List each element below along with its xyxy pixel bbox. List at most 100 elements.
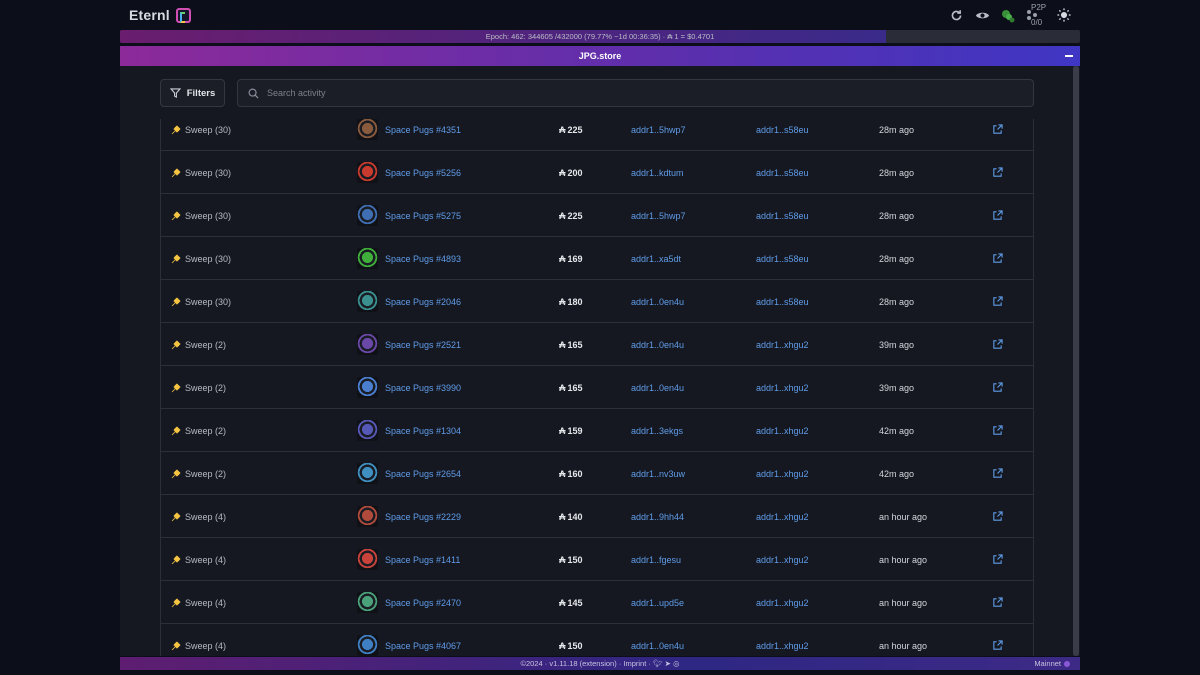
from-address-link[interactable]: addr1..nv3uw xyxy=(631,469,685,479)
discord-icon[interactable]: ◎ xyxy=(673,659,680,668)
nft-name-link[interactable]: Space Pugs #4893 xyxy=(385,254,461,264)
external-link-button[interactable] xyxy=(992,581,1003,624)
to-address-link[interactable]: addr1..xhgu2 xyxy=(756,469,809,479)
filters-button[interactable]: Filters xyxy=(160,79,225,107)
theme-sun-icon[interactable] xyxy=(1056,7,1072,23)
from-address[interactable]: addr1..3ekgs xyxy=(631,409,683,452)
refresh-icon[interactable] xyxy=(948,7,964,23)
nft-thumbnail[interactable] xyxy=(357,205,378,226)
item-cell[interactable]: Space Pugs #2654 xyxy=(357,452,461,495)
nft-name-link[interactable]: Space Pugs #2229 xyxy=(385,512,461,522)
to-address-link[interactable]: addr1..xhgu2 xyxy=(756,512,809,522)
nft-name-link[interactable]: Space Pugs #5275 xyxy=(385,211,461,221)
to-address[interactable]: addr1..s58eu xyxy=(756,237,809,280)
nft-thumbnail[interactable] xyxy=(357,377,378,398)
nft-name-link[interactable]: Space Pugs #1304 xyxy=(385,426,461,436)
from-address[interactable]: addr1..upd5e xyxy=(631,581,684,624)
nft-thumbnail[interactable] xyxy=(357,506,378,527)
from-address-link[interactable]: addr1..9hh44 xyxy=(631,512,684,522)
external-link-button[interactable] xyxy=(992,452,1003,495)
from-address-link[interactable]: addr1..5hwp7 xyxy=(631,211,686,221)
from-address-link[interactable]: addr1..kdtum xyxy=(631,168,684,178)
to-address[interactable]: addr1..s58eu xyxy=(756,119,809,151)
scrollbar[interactable] xyxy=(1073,66,1079,656)
from-address[interactable]: addr1..nv3uw xyxy=(631,452,685,495)
eye-icon[interactable] xyxy=(974,7,990,23)
from-address[interactable]: addr1..5hwp7 xyxy=(631,194,686,237)
to-address-link[interactable]: addr1..s58eu xyxy=(756,168,809,178)
footer-text[interactable]: ©2024 · v1.11.18 (extension) · Imprint · xyxy=(520,659,650,668)
to-address-link[interactable]: addr1..s58eu xyxy=(756,254,809,264)
external-link-button[interactable] xyxy=(992,323,1003,366)
to-address[interactable]: addr1..xhgu2 xyxy=(756,452,809,495)
from-address[interactable]: addr1..0en4u xyxy=(631,323,684,366)
to-address-link[interactable]: addr1..xhgu2 xyxy=(756,555,809,565)
external-link-button[interactable] xyxy=(992,495,1003,538)
to-address-link[interactable]: addr1..xhgu2 xyxy=(756,383,809,393)
nft-thumbnail[interactable] xyxy=(357,291,378,312)
external-link-button[interactable] xyxy=(992,366,1003,409)
from-address-link[interactable]: addr1..0en4u xyxy=(631,641,684,651)
to-address[interactable]: addr1..xhgu2 xyxy=(756,409,809,452)
from-address[interactable]: addr1..5hwp7 xyxy=(631,119,686,151)
nft-thumbnail[interactable] xyxy=(357,463,378,484)
from-address-link[interactable]: addr1..0en4u xyxy=(631,340,684,350)
item-cell[interactable]: Space Pugs #3990 xyxy=(357,366,461,409)
item-cell[interactable]: Space Pugs #4067 xyxy=(357,624,461,656)
to-address[interactable]: addr1..xhgu2 xyxy=(756,624,809,656)
nft-name-link[interactable]: Space Pugs #1411 xyxy=(385,555,460,565)
from-address-link[interactable]: addr1..3ekgs xyxy=(631,426,683,436)
to-address-link[interactable]: addr1..s58eu xyxy=(756,297,809,307)
external-link-button[interactable] xyxy=(992,194,1003,237)
external-link-button[interactable] xyxy=(992,119,1003,151)
item-cell[interactable]: Space Pugs #1304 xyxy=(357,409,461,452)
to-address[interactable]: addr1..xhgu2 xyxy=(756,538,809,581)
from-address[interactable]: addr1..9hh44 xyxy=(631,495,684,538)
from-address[interactable]: addr1..0en4u xyxy=(631,366,684,409)
to-address[interactable]: addr1..xhgu2 xyxy=(756,366,809,409)
nft-thumbnail[interactable] xyxy=(357,119,378,140)
from-address-link[interactable]: addr1..xa5dt xyxy=(631,254,681,264)
external-link-button[interactable] xyxy=(992,280,1003,323)
from-address-link[interactable]: addr1..0en4u xyxy=(631,383,684,393)
from-address-link[interactable]: addr1..0en4u xyxy=(631,297,684,307)
external-link-button[interactable] xyxy=(992,409,1003,452)
to-address[interactable]: addr1..xhgu2 xyxy=(756,323,809,366)
nft-name-link[interactable]: Space Pugs #4067 xyxy=(385,641,461,651)
search-input[interactable] xyxy=(267,88,1007,98)
telegram-icon[interactable]: ➤ xyxy=(665,659,671,668)
external-link-button[interactable] xyxy=(992,237,1003,280)
nft-name-link[interactable]: Space Pugs #5256 xyxy=(385,168,461,178)
to-address[interactable]: addr1..s58eu xyxy=(756,194,809,237)
network-indicator[interactable]: Mainnet xyxy=(1034,657,1070,670)
from-address-link[interactable]: addr1..5hwp7 xyxy=(631,125,686,135)
app-logo[interactable]: Eternl xyxy=(129,6,191,24)
to-address-link[interactable]: addr1..xhgu2 xyxy=(756,641,809,651)
to-address-link[interactable]: addr1..s58eu xyxy=(756,125,809,135)
to-address-link[interactable]: addr1..xhgu2 xyxy=(756,426,809,436)
nft-thumbnail[interactable] xyxy=(357,549,378,570)
item-cell[interactable]: Space Pugs #5275 xyxy=(357,194,461,237)
nft-name-link[interactable]: Space Pugs #2470 xyxy=(385,598,461,608)
from-address[interactable]: addr1..fgesu xyxy=(631,538,681,581)
item-cell[interactable]: Space Pugs #1411 xyxy=(357,538,460,581)
p2p-status[interactable]: P2P 0/0 xyxy=(1026,3,1046,27)
nft-thumbnail[interactable] xyxy=(357,420,378,441)
item-cell[interactable]: Space Pugs #2521 xyxy=(357,323,461,366)
item-cell[interactable]: Space Pugs #4893 xyxy=(357,237,461,280)
twitter-icon[interactable]: 🐦︎ xyxy=(653,659,663,668)
nft-thumbnail[interactable] xyxy=(357,592,378,613)
external-link-button[interactable] xyxy=(992,151,1003,194)
nft-name-link[interactable]: Space Pugs #2654 xyxy=(385,469,461,479)
item-cell[interactable]: Space Pugs #2229 xyxy=(357,495,461,538)
nft-name-link[interactable]: Space Pugs #3990 xyxy=(385,383,461,393)
nft-name-link[interactable]: Space Pugs #4351 xyxy=(385,125,461,135)
to-address[interactable]: addr1..s58eu xyxy=(756,280,809,323)
to-address-link[interactable]: addr1..s58eu xyxy=(756,211,809,221)
search-box[interactable] xyxy=(237,79,1034,107)
from-address[interactable]: addr1..xa5dt xyxy=(631,237,681,280)
item-cell[interactable]: Space Pugs #4351 xyxy=(357,119,461,151)
to-address-link[interactable]: addr1..xhgu2 xyxy=(756,340,809,350)
nft-thumbnail[interactable] xyxy=(357,162,378,183)
nft-thumbnail[interactable] xyxy=(357,248,378,269)
